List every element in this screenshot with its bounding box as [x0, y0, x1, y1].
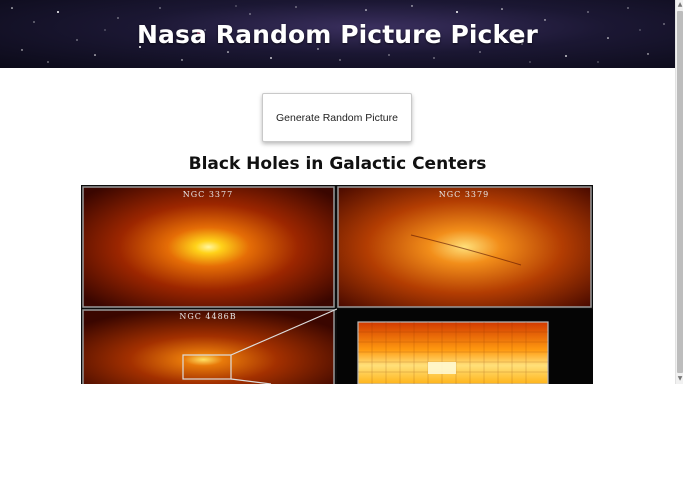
generate-random-picture-button[interactable]: Generate Random Picture — [262, 93, 412, 142]
nasa-picture: NGC 3377 NGC 3379 NGC 4486B — [81, 185, 593, 384]
zoomed-pixel-panel — [357, 321, 549, 384]
panel-ngc-3379 — [337, 186, 592, 308]
scroll-up-icon[interactable]: ▲ — [676, 0, 683, 10]
scroll-thumb[interactable] — [677, 11, 683, 373]
picture-title: Black Holes in Galactic Centers — [188, 154, 487, 174]
panel-ngc-4486b — [82, 309, 335, 384]
panel-label-ngc-3379: NGC 3379 — [439, 190, 489, 199]
panel-ngc-3377 — [82, 186, 335, 308]
panel-label-ngc-3377: NGC 3377 — [183, 190, 233, 199]
scroll-down-icon[interactable]: ▼ — [676, 374, 683, 384]
page-title: Nasa Random Picture Picker — [137, 19, 538, 49]
header-banner: Nasa Random Picture Picker — [0, 0, 675, 68]
panel-label-ngc-4486b: NGC 4486B — [179, 312, 236, 321]
page-viewport: Nasa Random Picture Picker Generate Rand… — [0, 0, 683, 384]
vertical-scrollbar[interactable]: ▲ ▼ — [675, 0, 683, 384]
